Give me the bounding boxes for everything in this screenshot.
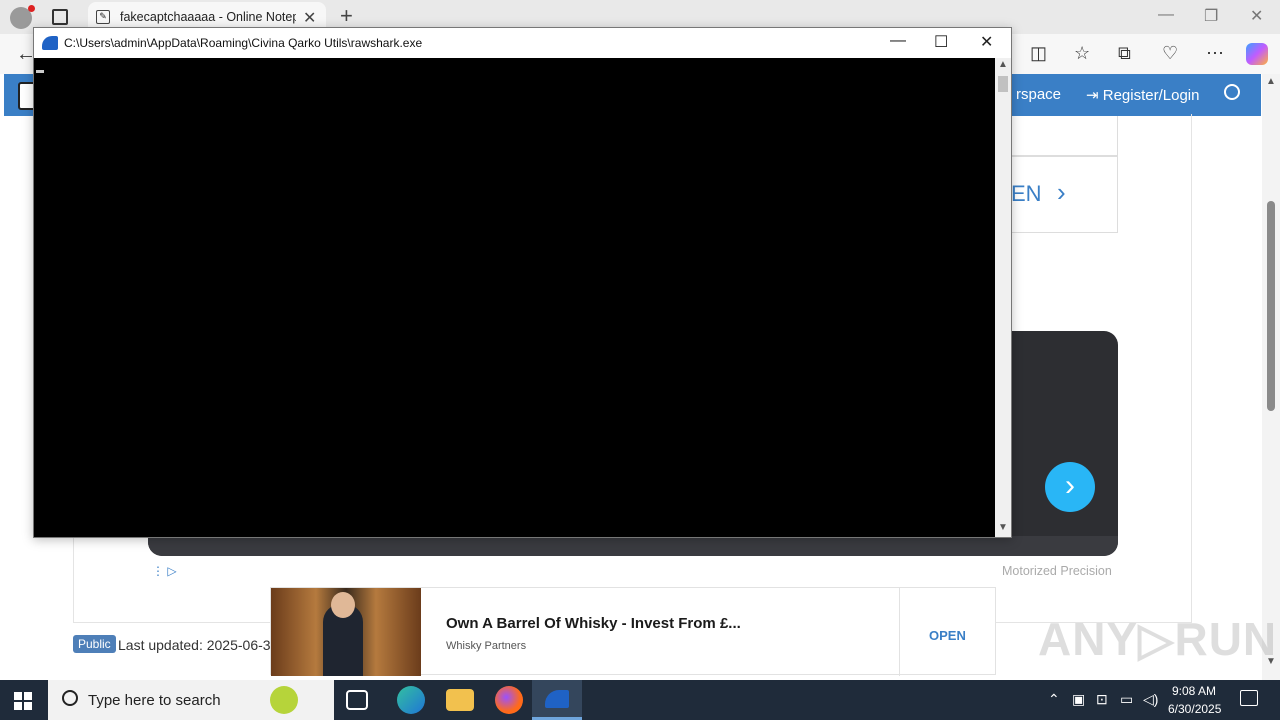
console-minimize-button[interactable]: — bbox=[890, 32, 906, 50]
browser-close-button[interactable]: ✕ bbox=[1250, 6, 1263, 26]
console-window[interactable]: C:\Users\admin\AppData\Roaming\Civina Qa… bbox=[33, 27, 1012, 538]
console-maximize-button[interactable]: ☐ bbox=[934, 32, 948, 52]
ad-person-head bbox=[331, 592, 355, 618]
clock-time[interactable]: 9:08 AM bbox=[1172, 684, 1216, 698]
console-close-button[interactable]: ✕ bbox=[980, 32, 993, 52]
browser-restore-button[interactable]: ❐ bbox=[1204, 6, 1218, 26]
windows-taskbar: Type here to search ⌃ ▣ ⊡ ▭ ◁) 9:08 AM 6… bbox=[0, 680, 1280, 720]
split-screen-icon[interactable]: ◫ bbox=[1030, 43, 1047, 64]
search-icon bbox=[62, 690, 78, 706]
public-badge: Public bbox=[73, 635, 116, 653]
task-view-icon[interactable] bbox=[346, 690, 368, 710]
video-ad-footer bbox=[148, 536, 1118, 556]
last-updated-text: Last updated: 2025-06-30 bbox=[118, 637, 270, 653]
side-card-label: EN bbox=[1011, 181, 1042, 206]
tray-app-icon[interactable]: ▣ bbox=[1072, 691, 1085, 708]
ad-caption: Motorized Precision bbox=[1002, 564, 1112, 578]
notification-dot bbox=[28, 5, 35, 12]
edge-icon[interactable] bbox=[397, 686, 425, 714]
rawshark-taskbar-button[interactable] bbox=[532, 680, 582, 720]
notifications-icon[interactable] bbox=[1240, 690, 1258, 706]
tab-close-button[interactable]: ✕ bbox=[303, 8, 316, 28]
page-scrollbar[interactable]: ▲ ▼ bbox=[1262, 74, 1280, 680]
volume-icon[interactable]: ◁) bbox=[1143, 691, 1158, 708]
shark-taskbar-icon bbox=[545, 690, 569, 708]
console-titlebar[interactable]: C:\Users\admin\AppData\Roaming\Civina Qa… bbox=[34, 28, 1011, 58]
ad-open-button[interactable]: OPEN bbox=[929, 628, 966, 643]
collections-icon[interactable]: ⧉ bbox=[1118, 43, 1131, 64]
shark-app-icon bbox=[42, 36, 58, 50]
console-scroll-thumb[interactable] bbox=[998, 76, 1008, 92]
tab-actions-icon[interactable] bbox=[52, 9, 68, 25]
console-scroll-down-icon[interactable]: ▼ bbox=[998, 522, 1008, 533]
windows-start-icon[interactable] bbox=[14, 692, 32, 710]
browser-essentials-icon[interactable]: ♡ bbox=[1162, 43, 1178, 64]
console-cursor bbox=[36, 70, 44, 73]
tray-overflow-icon[interactable]: ⌃ bbox=[1048, 691, 1060, 708]
more-options-icon[interactable]: ⋯ bbox=[1206, 43, 1224, 64]
ad-sponsor: Whisky Partners bbox=[446, 640, 527, 652]
taskbar-search[interactable]: Type here to search bbox=[48, 680, 334, 720]
chevron-right-icon: › bbox=[1057, 177, 1066, 207]
ad-image[interactable] bbox=[271, 588, 421, 676]
tray-device-icon[interactable]: ⊡ bbox=[1096, 691, 1108, 708]
console-output[interactable] bbox=[34, 58, 995, 537]
side-card bbox=[1000, 116, 1118, 156]
side-card-open[interactable]: EN › bbox=[1000, 156, 1118, 233]
ad-title[interactable]: Own A Barrel Of Whisky - Invest From £..… bbox=[446, 615, 741, 632]
scroll-up-arrow-icon[interactable]: ▲ bbox=[1266, 76, 1276, 87]
console-scroll-up-icon[interactable]: ▲ bbox=[998, 59, 1008, 70]
ad-choices-icon[interactable]: ⋮ ▷ bbox=[152, 564, 177, 578]
new-tab-button[interactable]: + bbox=[340, 3, 353, 29]
network-icon[interactable]: ▭ bbox=[1120, 691, 1133, 708]
nav-workspace-link[interactable]: rspace bbox=[1016, 86, 1061, 103]
next-arrow-button[interactable]: › bbox=[1045, 462, 1095, 512]
browser-minimize-button[interactable]: — bbox=[1158, 6, 1174, 24]
clock-date[interactable]: 6/30/2025 bbox=[1168, 702, 1221, 716]
copilot-icon[interactable] bbox=[1246, 43, 1268, 65]
firefox-icon[interactable] bbox=[495, 686, 523, 714]
search-placeholder: Type here to search bbox=[88, 692, 221, 709]
favorites-icon[interactable]: ☆ bbox=[1074, 43, 1090, 64]
nav-register-login-link[interactable]: ⇥ Register/Login bbox=[1086, 86, 1199, 104]
console-title: C:\Users\admin\AppData\Roaming\Civina Qa… bbox=[64, 36, 423, 50]
whisky-ad-banner[interactable]: Own A Barrel Of Whisky - Invest From £..… bbox=[270, 587, 996, 676]
console-scrollbar[interactable]: ▲ ▼ bbox=[995, 58, 1011, 537]
language-globe-icon[interactable] bbox=[1224, 84, 1240, 100]
search-highlight-icon bbox=[270, 686, 298, 714]
file-explorer-icon[interactable] bbox=[446, 689, 474, 711]
ad-divider bbox=[899, 588, 900, 676]
anyrun-watermark: ANY▷RUN bbox=[1038, 613, 1278, 665]
tab-title: fakecaptchaaaaa - Online Notepad bbox=[120, 10, 296, 24]
scroll-thumb[interactable] bbox=[1267, 201, 1275, 411]
notepad-favicon-icon: ✎ bbox=[96, 10, 110, 24]
